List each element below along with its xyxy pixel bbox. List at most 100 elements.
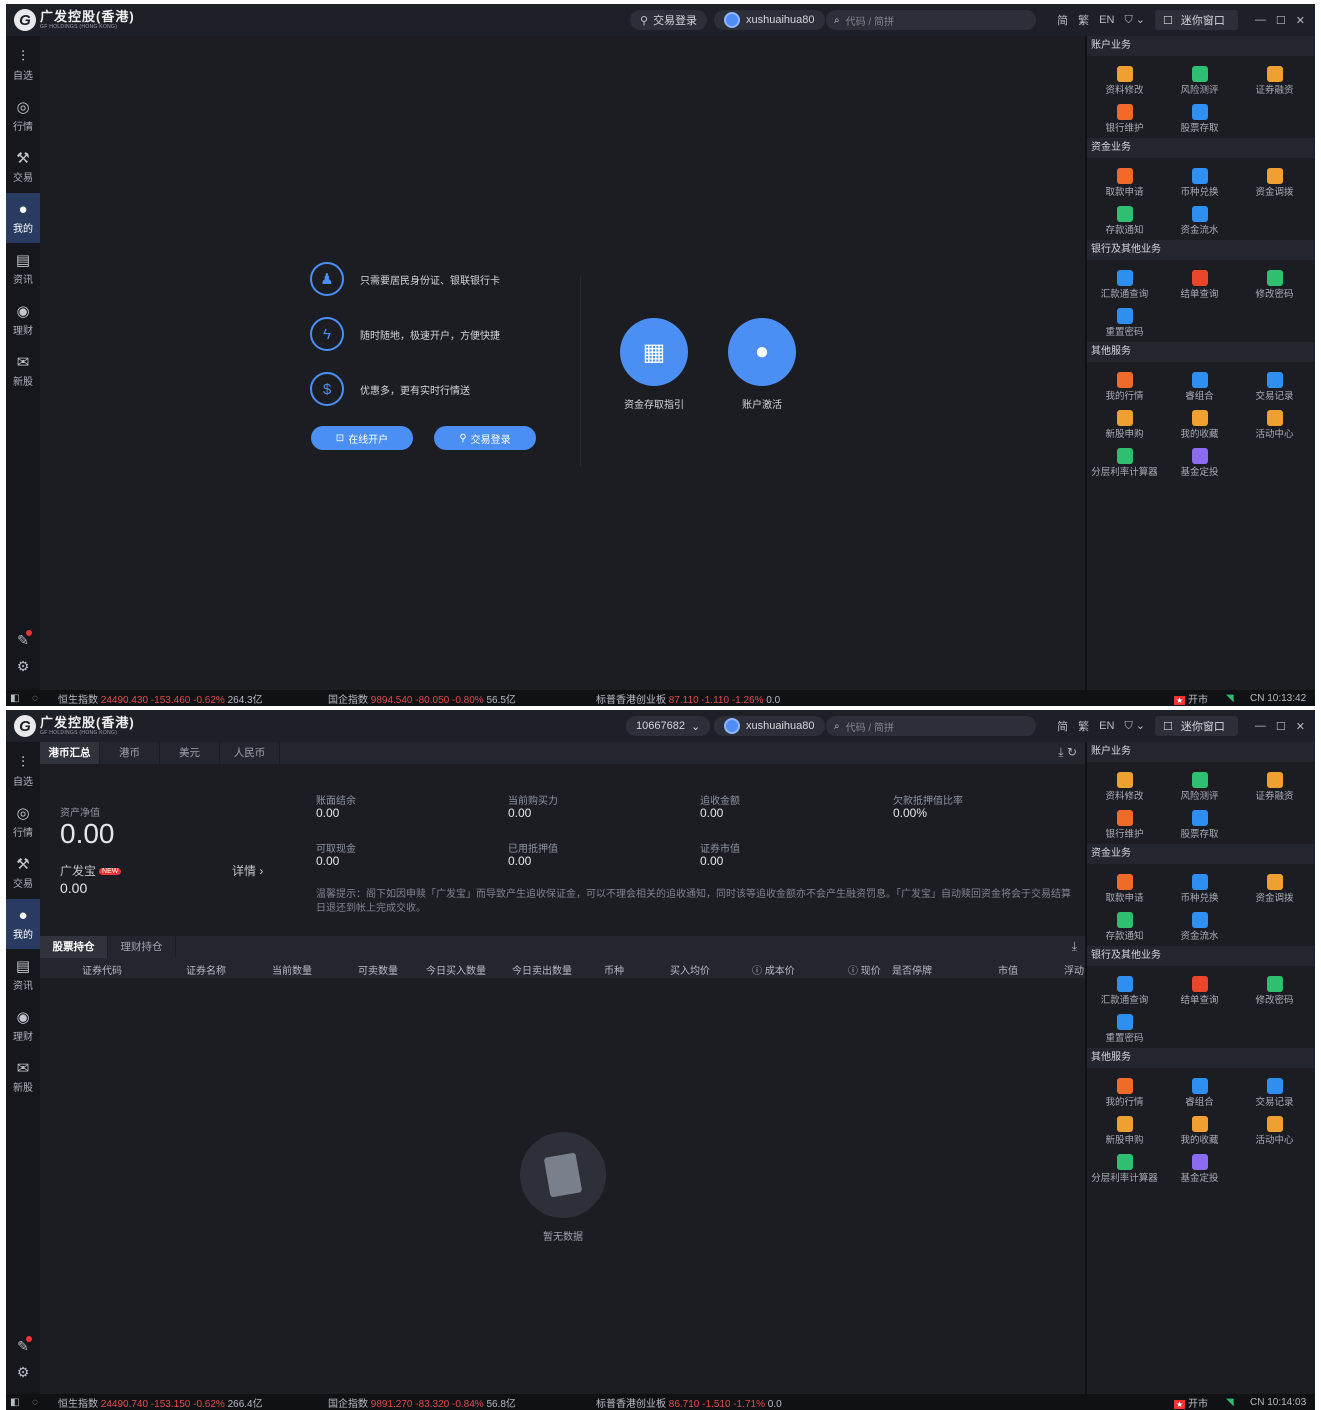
trade-login-button[interactable]: ⚲ 交易登录 (630, 10, 708, 30)
shirt-icon[interactable]: ⛉ ⌄ (1124, 719, 1145, 733)
open-account-button[interactable]: ⊡ 在线开户 (311, 426, 413, 450)
service-item[interactable]: 股票存取 (1162, 810, 1237, 840)
user-menu[interactable]: xushuaihua80 (714, 716, 825, 736)
service-item[interactable]: 存款通知 (1087, 206, 1162, 236)
tab-hkd-summary[interactable]: 港币汇总 (40, 742, 100, 764)
service-item[interactable]: 结单查询 (1162, 270, 1237, 300)
shirt-icon[interactable]: ⛉ ⌄ (1124, 13, 1145, 27)
gem-index[interactable]: 标普香港创业板 86.710 -1.510 -1.71% 0.0 (596, 1395, 782, 1410)
service-item[interactable]: 修改密码 (1237, 270, 1312, 300)
nav-quotes[interactable]: ◎ 行情 (6, 797, 40, 847)
col-buy-today[interactable]: 今日买入数量 (426, 962, 486, 977)
nav-quotes[interactable]: ◎ 行情 (6, 91, 40, 141)
nav-watchlist[interactable]: ⫶ 自选 (6, 40, 40, 90)
service-item[interactable]: 证券融资 (1237, 66, 1312, 96)
nav-wealth[interactable]: ◉ 理财 (6, 1001, 40, 1051)
hsi-index[interactable]: 恒生指数 24490.740 -153.150 -0.62% 266.4亿 (58, 1395, 263, 1410)
service-item[interactable]: 风险测评 (1162, 66, 1237, 96)
nav-mine[interactable]: ● 我的 (6, 899, 40, 949)
service-item[interactable]: 取款申请 (1087, 874, 1162, 904)
user-menu[interactable]: xushuaihua80 (714, 10, 825, 30)
service-item[interactable]: 睿组合 (1162, 1078, 1237, 1108)
service-item[interactable]: 资金流水 (1162, 206, 1237, 236)
service-item[interactable]: 分层利率计算器 (1087, 448, 1162, 478)
service-item[interactable]: 风险测评 (1162, 772, 1237, 802)
download-icon[interactable]: ⤓ (1072, 939, 1077, 953)
layout-icon[interactable]: ◧ (10, 693, 19, 704)
service-item[interactable]: 基金定投 (1162, 448, 1237, 478)
service-item[interactable]: 我的收藏 (1162, 410, 1237, 440)
service-item[interactable]: 结单查询 (1162, 976, 1237, 1006)
service-item[interactable]: 我的行情 (1087, 372, 1162, 402)
col-sellable[interactable]: 可卖数量 (358, 962, 398, 977)
service-item[interactable]: 我的行情 (1087, 1078, 1162, 1108)
service-item[interactable]: 活动中心 (1237, 1116, 1312, 1146)
service-item[interactable]: 资料修改 (1087, 772, 1162, 802)
service-item[interactable]: 重置密码 (1087, 1014, 1162, 1044)
nav-mine[interactable]: ● 我的 (6, 193, 40, 243)
service-item[interactable]: 股票存取 (1162, 104, 1237, 134)
search-input[interactable]: ⌕ 代码 / 简拼 (826, 716, 1036, 736)
col-price[interactable]: ⓘ 现价 (848, 962, 881, 977)
service-item[interactable]: 重置密码 (1087, 308, 1162, 338)
col-name[interactable]: 证券名称 (186, 962, 226, 977)
settings-icon[interactable]: ⚙ (6, 1364, 40, 1381)
close-icon[interactable]: ✕ (1296, 14, 1305, 27)
lang-toggle[interactable]: EN (1099, 14, 1114, 26)
service-item[interactable]: 活动中心 (1237, 410, 1312, 440)
lang-toggle[interactable]: EN (1099, 720, 1114, 732)
service-item[interactable]: 修改密码 (1237, 976, 1312, 1006)
fund-guide-button[interactable]: ▦ (620, 318, 688, 386)
service-item[interactable]: 币种兑换 (1162, 168, 1237, 198)
col-cost[interactable]: ⓘ 成本价 (752, 962, 795, 977)
service-item[interactable]: 资料修改 (1087, 66, 1162, 96)
maximize-icon[interactable]: ☐ (1276, 720, 1286, 733)
mini-window-button[interactable]: ☐ 迷你窗口 (1154, 716, 1238, 736)
traditional-icon[interactable]: 繁 (1078, 12, 1089, 28)
nav-ipo[interactable]: ✉ 新股 (6, 346, 40, 396)
service-item[interactable]: 汇款通查询 (1087, 270, 1162, 300)
search-input[interactable]: ⌕ 代码 / 简拼 (826, 10, 1036, 30)
account-selector[interactable]: 10667682 ⌄ (626, 716, 711, 736)
service-item[interactable]: 交易记录 (1237, 1078, 1312, 1108)
service-item[interactable]: 币种兑换 (1162, 874, 1237, 904)
message-icon[interactable]: ✎ (6, 1336, 40, 1355)
maximize-icon[interactable]: ☐ (1276, 14, 1286, 27)
col-float[interactable]: 浮动 (1064, 962, 1084, 977)
service-item[interactable]: 资金调拨 (1237, 874, 1312, 904)
service-item[interactable]: 资金流水 (1162, 912, 1237, 942)
service-item[interactable]: 银行维护 (1087, 104, 1162, 134)
col-currency[interactable]: 币种 (604, 962, 624, 977)
gem-index[interactable]: 标普香港创业板 87.110 -1.110 -1.26% 0.0 (596, 691, 780, 706)
tab-stock-holdings[interactable]: 股票持仓 (40, 936, 108, 958)
download-icon[interactable]: ⤓ (1058, 745, 1063, 759)
nav-wealth[interactable]: ◉ 理财 (6, 295, 40, 345)
close-icon[interactable]: ✕ (1296, 720, 1305, 733)
nav-trade[interactable]: ⚒ 交易 (6, 848, 40, 898)
tab-usd[interactable]: 美元 (160, 742, 220, 764)
detail-link[interactable]: 详情 › (232, 862, 263, 879)
simplified-icon[interactable]: 简 (1057, 718, 1068, 734)
minimize-icon[interactable]: — (1255, 720, 1266, 732)
col-qty[interactable]: 当前数量 (272, 962, 312, 977)
tab-hkd[interactable]: 港币 (100, 742, 160, 764)
nav-trade[interactable]: ⚒ 交易 (6, 142, 40, 192)
service-item[interactable]: 新股申购 (1087, 410, 1162, 440)
service-item[interactable]: 基金定投 (1162, 1154, 1237, 1184)
refresh-icon[interactable]: ↻ (1067, 745, 1077, 759)
mini-window-button[interactable]: ☐ 迷你窗口 (1154, 10, 1238, 30)
col-suspended[interactable]: 是否停牌 (892, 962, 932, 977)
traditional-icon[interactable]: 繁 (1078, 718, 1089, 734)
hscei-index[interactable]: 国企指数 9891.270 -83.320 -0.84% 56.8亿 (328, 1395, 516, 1410)
nav-watchlist[interactable]: ⫶ 自选 (6, 746, 40, 796)
message-icon[interactable]: ✎ (6, 630, 40, 649)
hscei-index[interactable]: 国企指数 9894.540 -80.050 -0.80% 56.5亿 (328, 691, 516, 706)
chat-icon[interactable]: ◌ (32, 1397, 38, 1408)
service-item[interactable]: 资金调拨 (1237, 168, 1312, 198)
service-item[interactable]: 我的收藏 (1162, 1116, 1237, 1146)
service-item[interactable]: 交易记录 (1237, 372, 1312, 402)
nav-news[interactable]: ▤ 资讯 (6, 950, 40, 1000)
chat-icon[interactable]: ◌ (32, 693, 38, 704)
tab-cny[interactable]: 人民币 (220, 742, 280, 764)
simplified-icon[interactable]: 简 (1057, 12, 1068, 28)
